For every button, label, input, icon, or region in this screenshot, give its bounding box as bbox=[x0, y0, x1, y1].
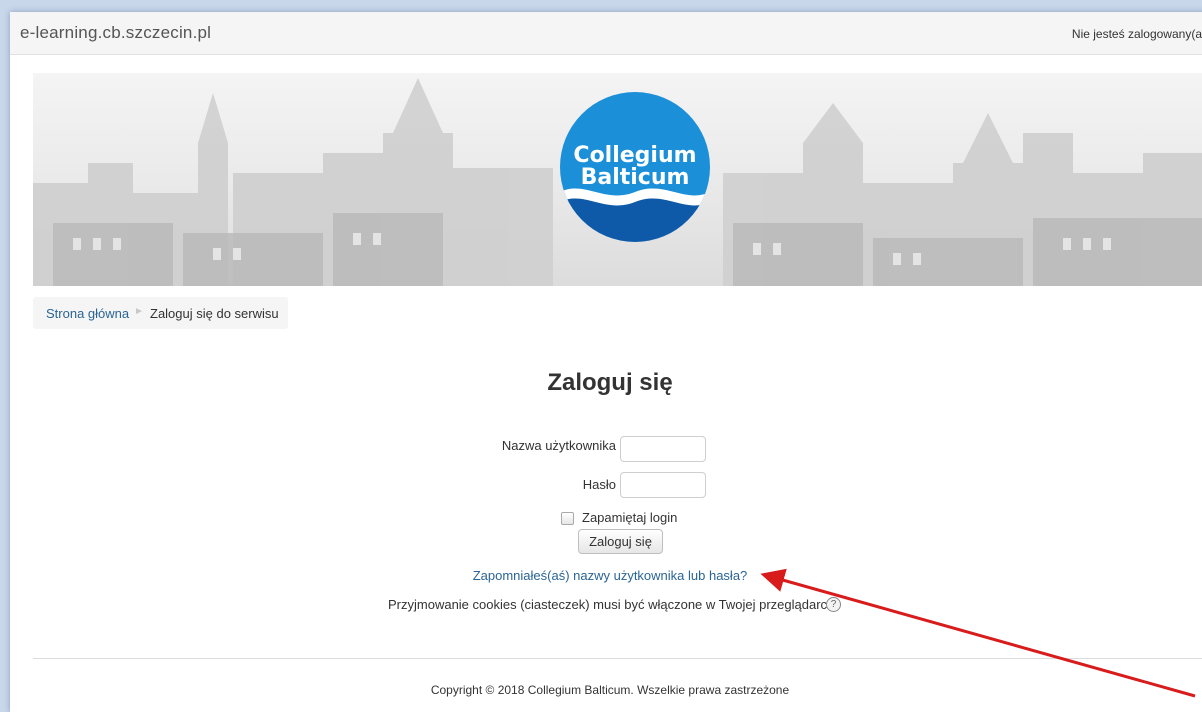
arrow-annotation-icon bbox=[760, 568, 1196, 698]
